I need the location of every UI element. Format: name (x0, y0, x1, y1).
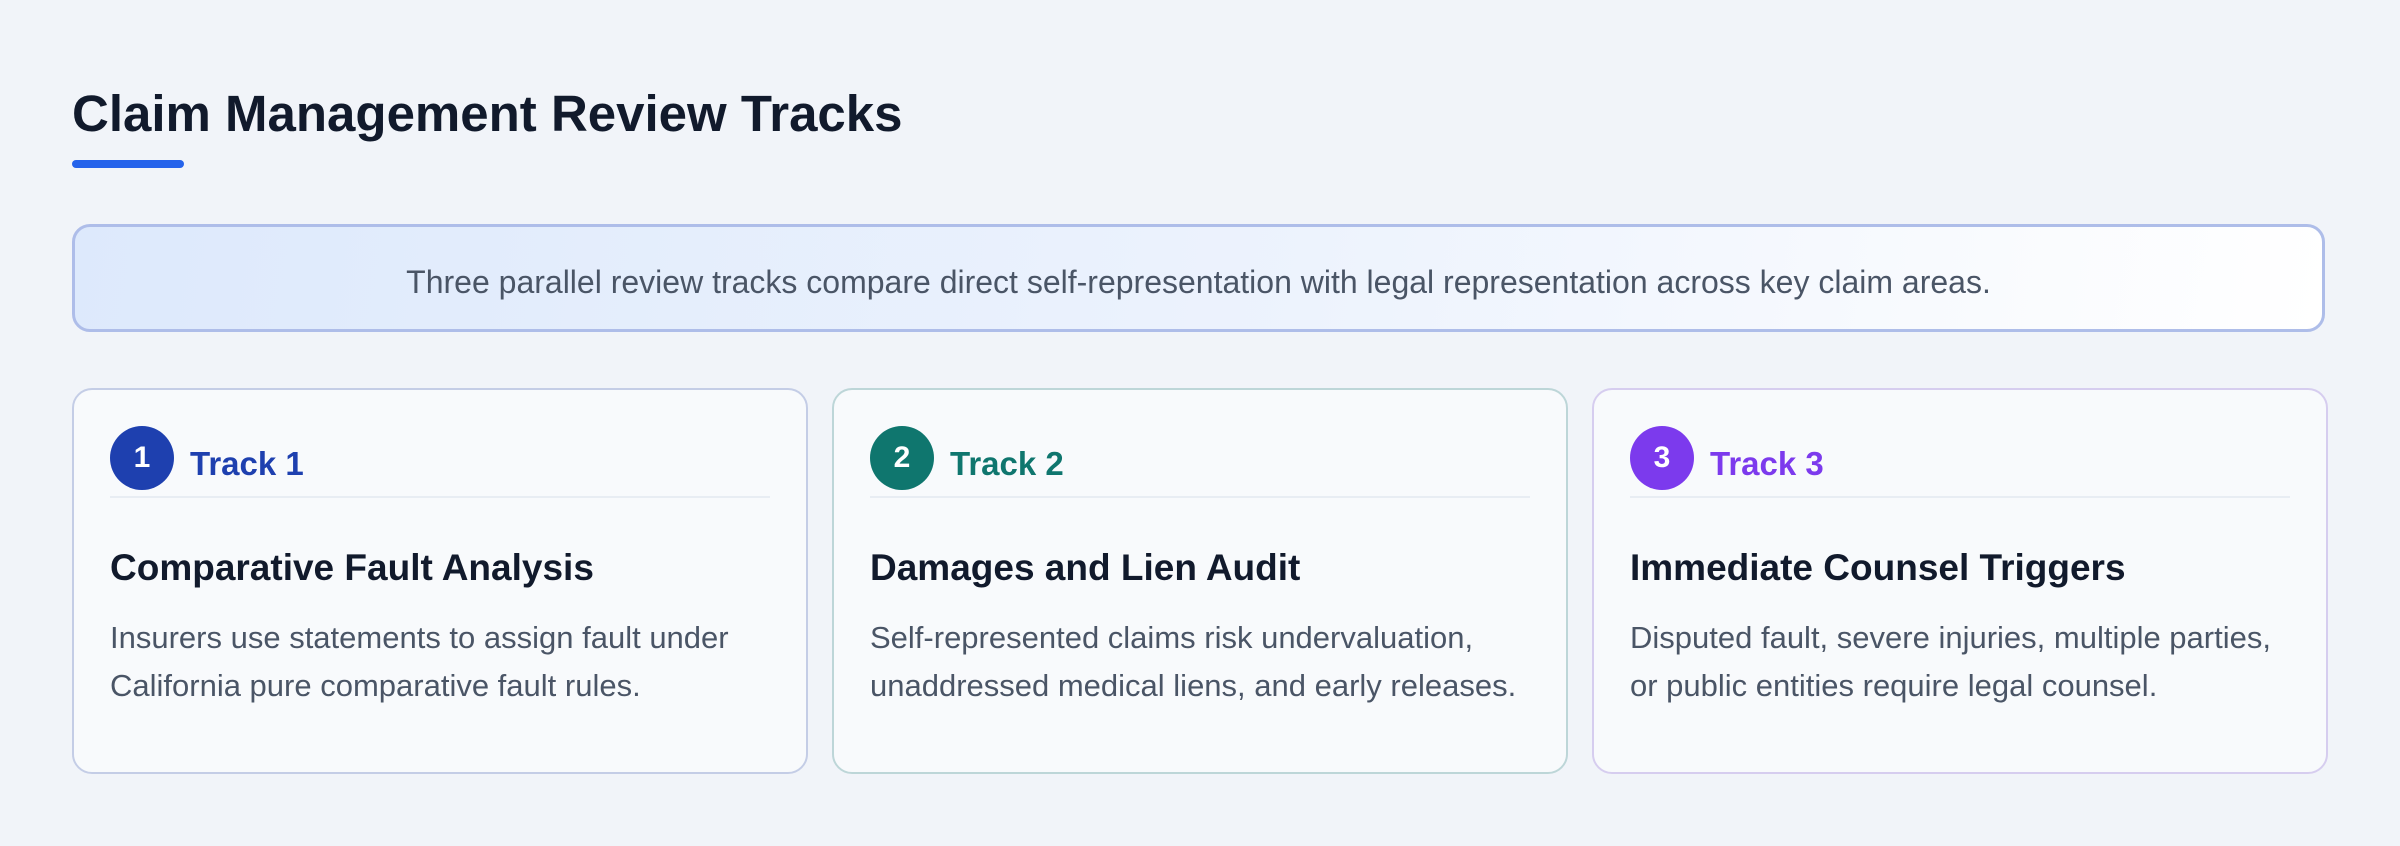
track-number-badge: 3 (1630, 426, 1694, 490)
track-label: Track 1 (190, 445, 304, 482)
track-label: Track 3 (1710, 445, 1824, 482)
track-number-badge: 1 (110, 426, 174, 490)
track-title: Damages and Lien Audit (870, 547, 1301, 588)
summary-banner: Three parallel review tracks compare dir… (72, 224, 2325, 332)
track-card-1: 1 Track 1 Comparative Fault Analysis Ins… (72, 388, 808, 774)
track-card-header: 1 Track 1 (110, 426, 770, 498)
track-title: Comparative Fault Analysis (110, 547, 594, 588)
track-card-header: 3 Track 3 (1630, 426, 2290, 498)
track-label: Track 2 (950, 445, 1064, 482)
title-underline (72, 160, 184, 168)
track-card-3: 3 Track 3 Immediate Counsel Triggers Dis… (1592, 388, 2328, 774)
track-card-2: 2 Track 2 Damages and Lien Audit Self-re… (832, 388, 1568, 774)
track-card-header: 2 Track 2 (870, 426, 1530, 498)
track-description: Self-represented claims risk undervaluat… (870, 620, 1517, 703)
track-number-badge: 2 (870, 426, 934, 490)
track-title: Immediate Counsel Triggers (1630, 547, 2126, 588)
page-title: Claim Management Review Tracks (72, 85, 903, 142)
track-description: Insurers use statements to assign fault … (110, 620, 729, 703)
track-description: Disputed fault, severe injuries, multipl… (1630, 620, 2271, 703)
summary-text: Three parallel review tracks compare dir… (406, 263, 1991, 300)
